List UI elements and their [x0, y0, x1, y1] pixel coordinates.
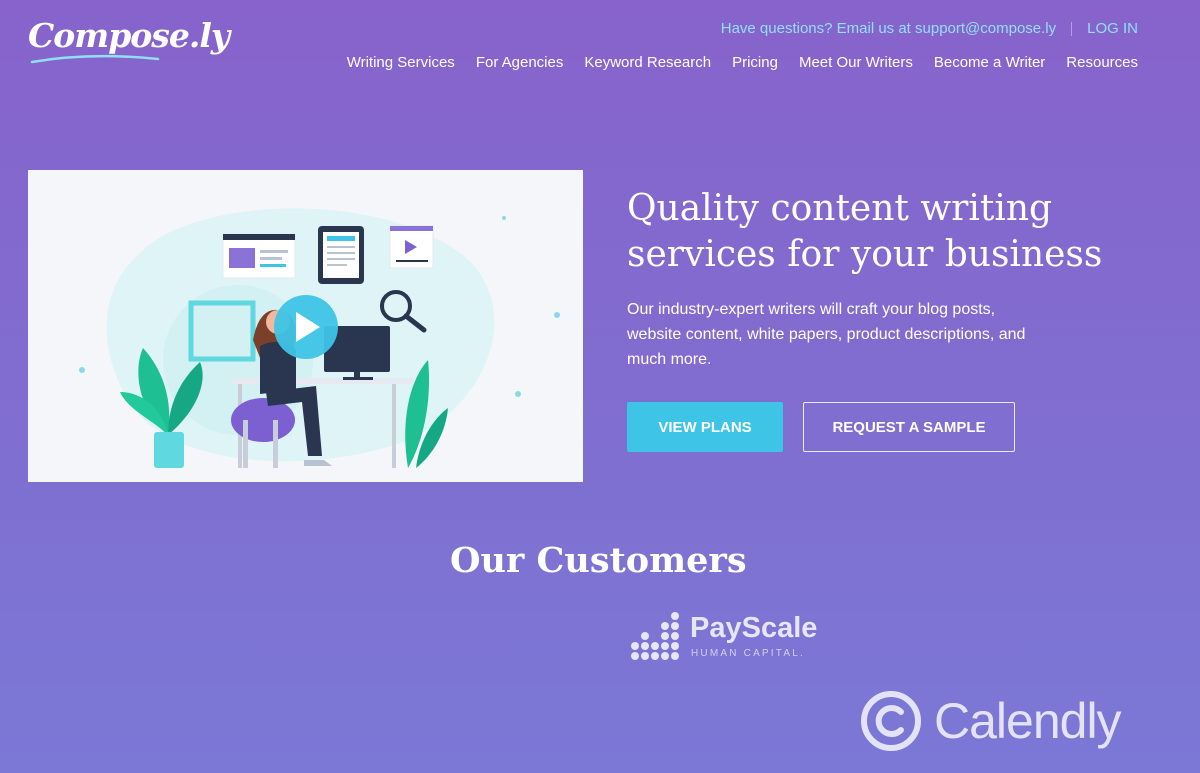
browser-card-icon — [222, 233, 296, 279]
hero-illustration — [79, 208, 560, 468]
nav-item-meet-our-writers[interactable]: Meet Our Writers — [799, 54, 913, 71]
calendly-logo: Calendly — [860, 690, 1122, 757]
view-plans-button[interactable]: VIEW PLANS — [627, 402, 783, 452]
hero-title: Quality content writing services for you… — [627, 186, 1147, 278]
nav-item-for-agencies[interactable]: For Agencies — [476, 54, 564, 71]
hero-title-line-2: services for your business — [627, 234, 1103, 275]
nav-item-writing-services[interactable]: Writing Services — [347, 54, 455, 71]
calendly-mark-icon — [861, 691, 921, 751]
payscale-dots-icon — [631, 612, 679, 660]
video-card-icon — [389, 225, 434, 269]
logo-swoosh-icon — [30, 54, 160, 64]
request-sample-button[interactable]: REQUEST A SAMPLE — [803, 402, 1015, 452]
document-icon — [318, 226, 364, 284]
top-bar: Have questions? Email us at support@comp… — [721, 20, 1138, 37]
nav-item-keyword-research[interactable]: Keyword Research — [584, 54, 711, 71]
play-button[interactable] — [274, 295, 338, 359]
payscale-tagline: HUMAN CAPITAL. — [691, 648, 805, 659]
main-nav: Writing Services For Agencies Keyword Re… — [347, 54, 1138, 71]
hero-video[interactable] — [28, 170, 583, 482]
payscale-logo: PayScale HUMAN CAPITAL. — [630, 600, 817, 667]
hero-description: Our industry-expert writers will craft y… — [627, 301, 1026, 368]
customers-title: Our Customers — [450, 540, 747, 581]
topbar-divider — [1071, 21, 1073, 36]
nav-item-become-a-writer[interactable]: Become a Writer — [934, 54, 1045, 71]
payscale-name: PayScale — [690, 612, 818, 644]
nav-item-resources[interactable]: Resources — [1066, 54, 1138, 71]
site-logo[interactable]: Compose.ly — [28, 16, 230, 55]
hero-title-line-1: Quality content writing — [627, 188, 1053, 229]
contact-email-link[interactable]: Have questions? Email us at support@comp… — [721, 20, 1056, 37]
login-link[interactable]: LOG IN — [1087, 20, 1138, 37]
nav-item-pricing[interactable]: Pricing — [732, 54, 778, 71]
calendly-name: Calendly — [934, 693, 1122, 749]
